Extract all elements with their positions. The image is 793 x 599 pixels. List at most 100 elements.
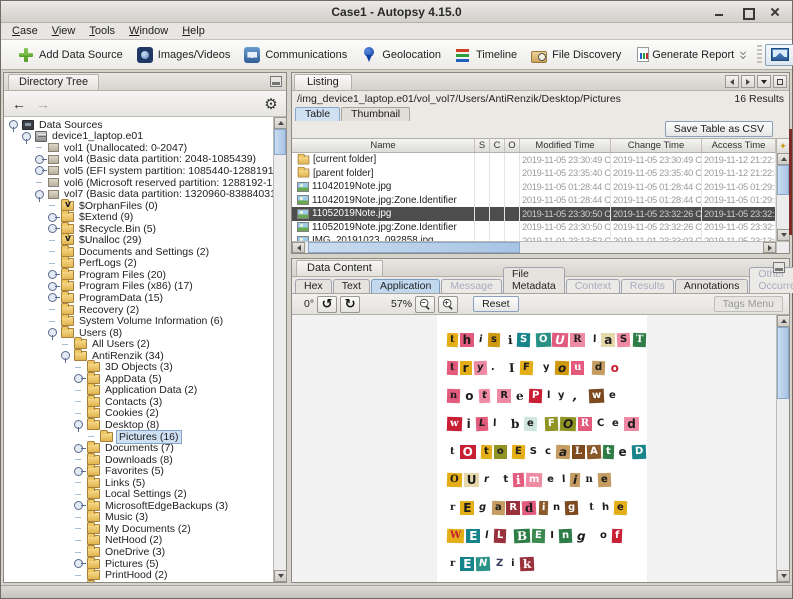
tree-node-microsoftedgebackups-3[interactable]: MicrosoftEdgeBackups (3) — [4, 500, 273, 512]
toolbar-button-file-discovery[interactable]: File Discovery — [524, 46, 628, 64]
tree-node-onedrive-3[interactable]: OneDrive (3) — [4, 546, 273, 558]
scroll-down-button[interactable] — [777, 570, 790, 582]
tree-node-local-settings-2[interactable]: Local Settings (2) — [4, 489, 273, 501]
minimize-panel-icon[interactable] — [773, 262, 785, 273]
tree-toggle-icon[interactable] — [47, 281, 58, 292]
tree-toggle-icon[interactable] — [73, 373, 84, 384]
tree-node-recycle-bin-5[interactable]: $Recycle.Bin (5) — [4, 223, 273, 235]
tree-node-program-files-x86-17[interactable]: Program Files (x86) (17) — [4, 281, 273, 293]
scrollbar-thumb[interactable] — [274, 129, 286, 155]
tree-toggle-icon[interactable] — [73, 500, 84, 511]
data-content-tab[interactable]: Data Content — [296, 260, 383, 276]
table-row-11042019note-jpg-zone-identifier[interactable]: 11042019Note.jpg:Zone.Identifier2019-11-… — [292, 194, 776, 208]
tree-node-vol5-efi-system-partition-1085440-1288191[interactable]: vol5 (EFI system partition: 1085440-1288… — [4, 165, 273, 177]
tree-node-pictures-5[interactable]: Pictures (5) — [4, 558, 273, 570]
maximize-panel-icon[interactable] — [773, 75, 787, 88]
tree-toggle-icon[interactable] — [47, 327, 58, 338]
tree-node-printhood-2[interactable]: PrintHood (2) — [4, 569, 273, 581]
tree-node-cookies-2[interactable]: Cookies (2) — [4, 408, 273, 420]
table-row-current-folder[interactable]: [current folder]2019-11-05 23:30:49 CET2… — [292, 153, 776, 167]
tab-hex[interactable]: Hex — [295, 279, 332, 293]
scrollbar-thumb[interactable] — [777, 165, 789, 195]
view-tab-table[interactable]: Table — [295, 107, 340, 121]
tree-node-music-3[interactable]: Music (3) — [4, 512, 273, 524]
tab-scroll-right-icon[interactable] — [741, 75, 755, 88]
column-header-o[interactable]: O — [505, 139, 520, 152]
table-row-11052019note-jpg[interactable]: 11052019Note.jpg2019-11-05 23:30:50 CET2… — [292, 207, 776, 221]
tree-node-3d-objects-3[interactable]: 3D Objects (3) — [4, 361, 273, 373]
menu-view[interactable]: View — [45, 24, 83, 38]
tree-node-vol7-basic-data-partition-1320960-83884031[interactable]: vol7 (Basic data partition: 1320960-8388… — [4, 188, 273, 200]
column-header-modified-time[interactable]: Modified Time — [520, 139, 611, 152]
reset-button[interactable]: Reset — [473, 296, 518, 312]
zoom-in-icon[interactable]: + — [438, 296, 458, 313]
tree-toggle-icon[interactable] — [34, 165, 45, 176]
tree-node-nethood-2[interactable]: NetHood (2) — [4, 535, 273, 547]
tree-node-system-volume-information-6[interactable]: System Volume Information (6) — [4, 315, 273, 327]
tree-node-vol6-microsoft-reserved-partition-1288192-1320959[interactable]: vol6 (Microsoft reserved partition: 1288… — [4, 177, 273, 189]
tree-toggle-icon[interactable] — [47, 212, 58, 223]
tree-node-users-8[interactable]: Users (8) — [4, 327, 273, 339]
tree-node-vol4-basic-data-partition-2048-1085439[interactable]: vol4 (Basic data partition: 2048-1085439… — [4, 154, 273, 166]
tree-toggle-icon[interactable] — [21, 131, 32, 142]
tree-node-data-sources[interactable]: Data Sources — [4, 119, 273, 131]
tree-node-extend-9[interactable]: $Extend (9) — [4, 211, 273, 223]
back-button[interactable] — [9, 95, 29, 113]
tree-toggle-icon[interactable] — [34, 154, 45, 165]
table-row-11052019note-jpg-zone-identifier[interactable]: 11052019Note.jpg:Zone.Identifier2019-11-… — [292, 221, 776, 235]
menu-case[interactable]: Case — [5, 24, 45, 38]
menu-tools[interactable]: Tools — [82, 24, 122, 38]
tree-node-downloads-8[interactable]: Downloads (8) — [4, 454, 273, 466]
maximize-icon[interactable] — [740, 5, 754, 19]
messages-button[interactable] — [765, 44, 793, 66]
column-header-s[interactable]: S — [475, 139, 490, 152]
tree-node-vol1-unallocated-0-2047[interactable]: vol1 (Unallocated: 0-2047) — [4, 142, 273, 154]
column-header-c[interactable]: C — [490, 139, 505, 152]
scroll-up-button[interactable] — [274, 117, 287, 129]
scrollbar-thumb[interactable] — [777, 327, 789, 399]
scroll-down-button[interactable] — [274, 570, 287, 582]
scroll-up-button[interactable] — [777, 315, 790, 327]
toolbar-button-add-data-source[interactable]: Add Data Source — [11, 44, 130, 66]
tree-vertical-scrollbar[interactable] — [273, 117, 286, 582]
toolbar-button-generate-report[interactable]: Generate Report — [628, 44, 754, 65]
tab-scroll-left-icon[interactable] — [725, 75, 739, 88]
scroll-right-button[interactable] — [763, 242, 776, 253]
minimize-panel-icon[interactable] — [270, 76, 282, 87]
tree-node-recent-2[interactable]: Recent (2) — [4, 581, 273, 582]
tree-node-application-data-2[interactable]: Application Data (2) — [4, 385, 273, 397]
listing-tab[interactable]: Listing — [294, 74, 352, 90]
menu-window[interactable]: Window — [122, 24, 175, 38]
tree-toggle-icon[interactable] — [73, 443, 84, 454]
tree-node-all-users-2[interactable]: All Users (2) — [4, 338, 273, 350]
tree-node-favorites-5[interactable]: Favorites (5) — [4, 465, 273, 477]
tree-toggle-icon[interactable] — [8, 119, 19, 130]
table-row-parent-folder[interactable]: [parent folder]2019-11-05 23:35:40 CET20… — [292, 167, 776, 181]
column-header-access-time[interactable]: Access Time — [702, 139, 776, 152]
tree-toggle-icon[interactable] — [73, 558, 84, 569]
toolbar-drag-handle[interactable] — [757, 45, 762, 65]
tree-node-contacts-3[interactable]: Contacts (3) — [4, 396, 273, 408]
save-csv-button[interactable]: Save Table as CSV — [665, 121, 773, 137]
tree-node-orphanfiles-0[interactable]: $OrphanFiles (0) — [4, 200, 273, 212]
toolbar-button-timeline[interactable]: Timeline — [448, 44, 524, 66]
viewer-vertical-scrollbar[interactable] — [776, 315, 789, 582]
tree-node-my-documents-2[interactable]: My Documents (2) — [4, 523, 273, 535]
tree-node-perflogs-2[interactable]: PerfLogs (2) — [4, 258, 273, 270]
table-row-img-20191023-092858-jpg[interactable]: IMG_20191023_092858.jpg2019-11-01 23:13:… — [292, 234, 776, 241]
tree-toggle-icon[interactable] — [47, 292, 58, 303]
toolbar-button-images-videos[interactable]: Images/Videos — [130, 44, 238, 66]
close-icon[interactable] — [768, 5, 782, 19]
table-header[interactable]: NameSCOModified TimeChange TimeAccess Ti… — [292, 139, 776, 153]
tree-node-documents-and-settings-2[interactable]: Documents and Settings (2) — [4, 246, 273, 258]
tree-node-device1-laptop-e01[interactable]: device1_laptop.e01 — [4, 131, 273, 143]
column-settings-icon[interactable] — [776, 139, 789, 153]
image-viewer-canvas[interactable]: thisiSOURlaSTtry.IFyoudonotRePly,wewiLlb… — [292, 315, 776, 582]
toolbar-button-geolocation[interactable]: Geolocation — [354, 44, 448, 66]
scroll-left-button[interactable] — [292, 242, 305, 253]
tree-toggle-icon[interactable] — [73, 466, 84, 477]
minimize-icon[interactable] — [712, 5, 726, 19]
tab-application[interactable]: Application — [371, 279, 440, 293]
column-header-change-time[interactable]: Change Time — [611, 139, 702, 152]
forward-button[interactable] — [33, 95, 53, 113]
